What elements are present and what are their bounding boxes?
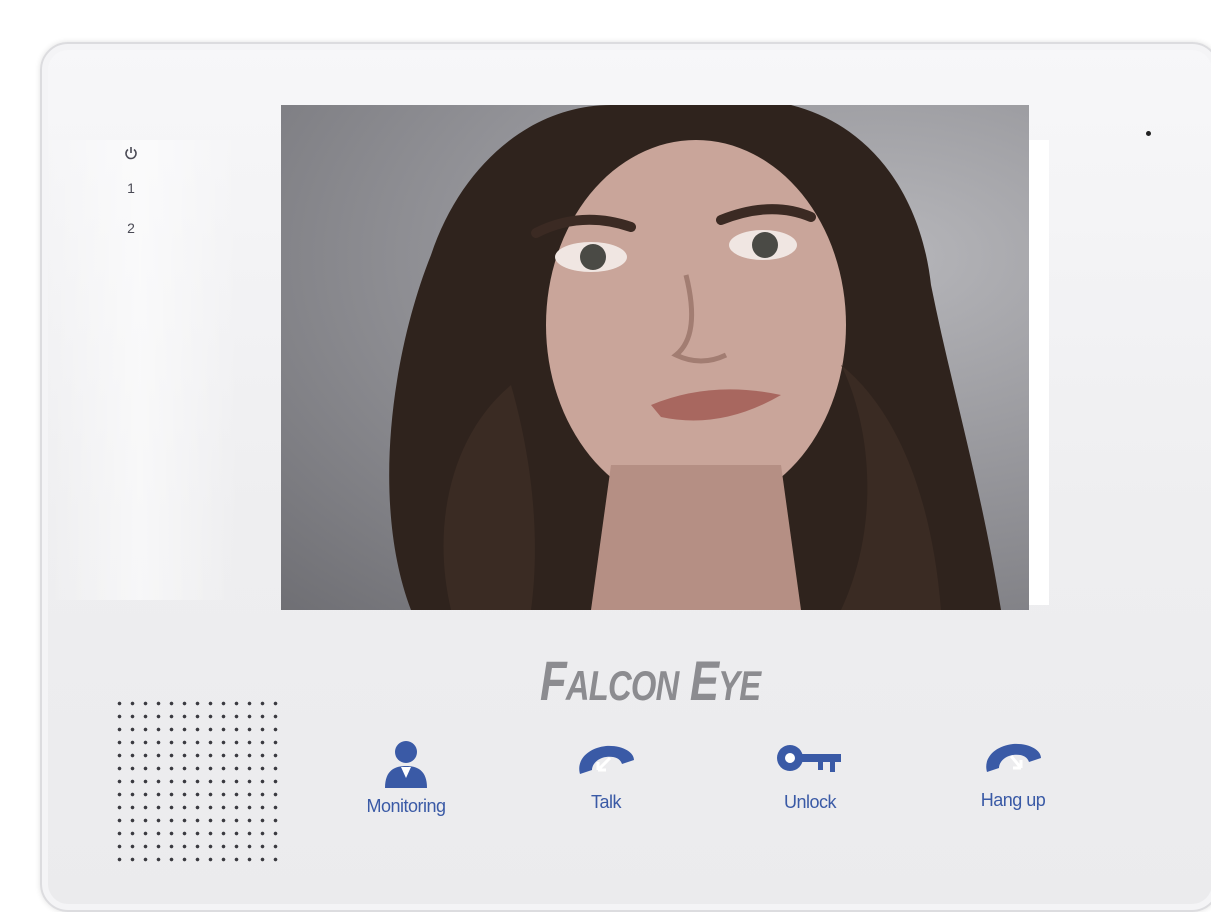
visitor-video-image — [389, 105, 1001, 610]
video-screen — [281, 105, 1029, 610]
brand-logo: FALCON EYE — [540, 649, 761, 712]
microphone-hole — [1146, 131, 1151, 136]
line-2-indicator: 2 — [127, 220, 135, 236]
unlock-button[interactable]: Unlock — [740, 738, 880, 813]
key-icon — [777, 745, 841, 772]
unlock-label: Unlock — [783, 792, 837, 812]
talk-label: Talk — [590, 792, 622, 812]
speaker-grille — [113, 697, 278, 862]
handset-hangup-icon — [986, 743, 1041, 772]
monitoring-button[interactable]: Monitoring — [336, 738, 476, 817]
hang-up-label: Hang up — [980, 790, 1046, 810]
person-icon — [385, 741, 427, 788]
line-1-indicator: 1 — [127, 180, 135, 196]
screen-bezel-edge — [1029, 140, 1049, 605]
monitoring-label: Monitoring — [366, 796, 446, 816]
handset-icon — [579, 745, 634, 774]
power-icon — [124, 146, 138, 163]
glass-glare — [40, 140, 240, 600]
talk-button[interactable]: Talk — [536, 740, 676, 813]
hang-up-button[interactable]: Hang up — [943, 738, 1083, 811]
